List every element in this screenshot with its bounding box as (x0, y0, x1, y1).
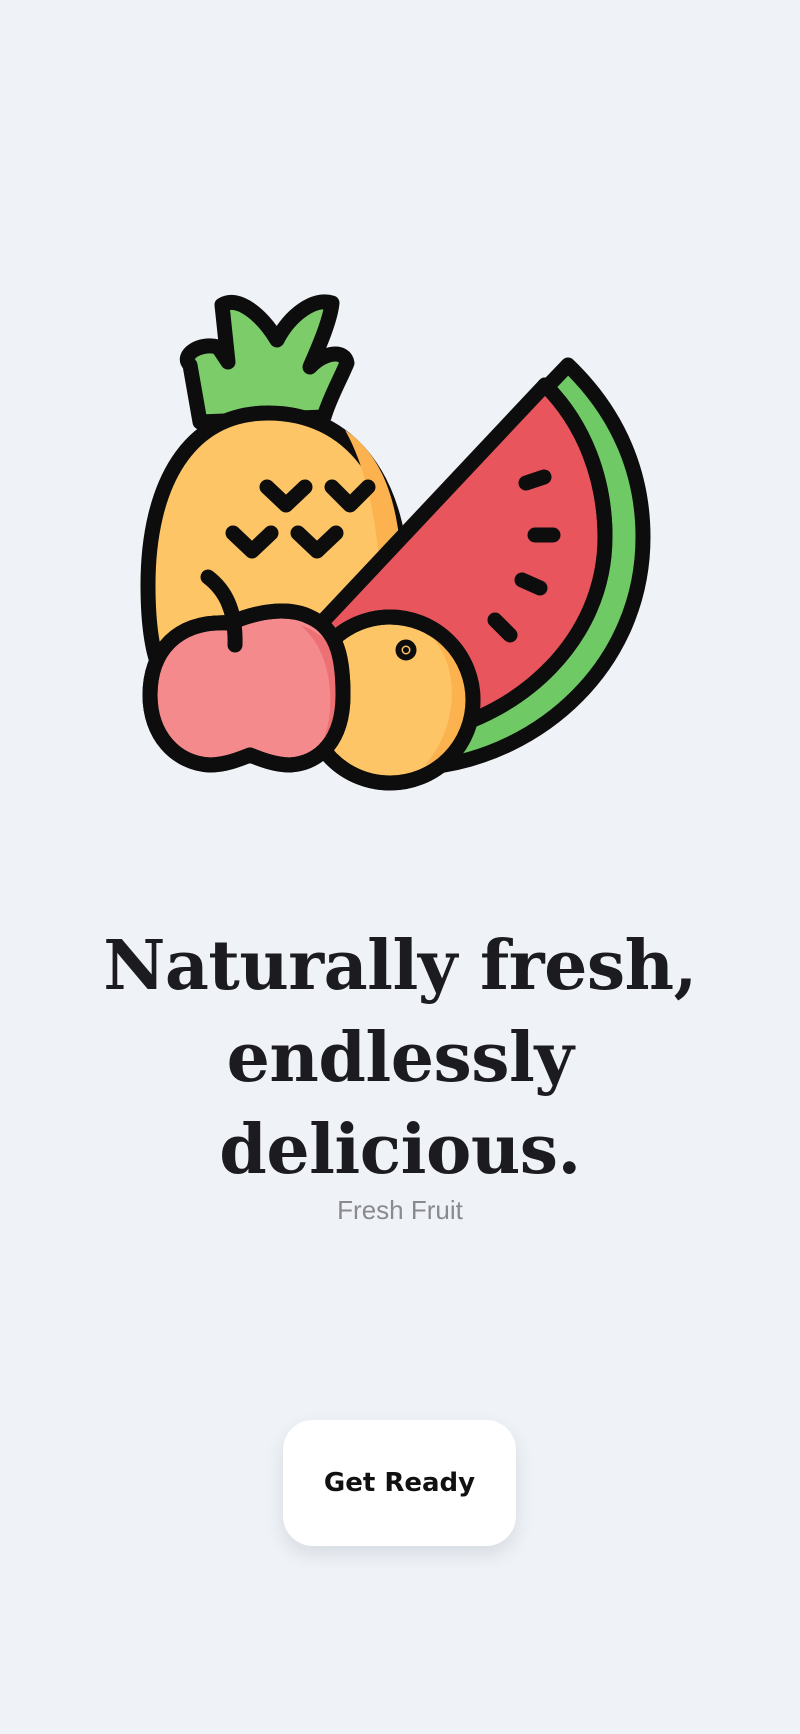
headline: Naturally fresh, endlessly delicious. (40, 920, 760, 1196)
onboarding-screen: Naturally fresh, endlessly delicious. Fr… (0, 0, 800, 1734)
headline-line-1: Naturally fresh, (103, 926, 697, 1006)
get-ready-button[interactable]: Get Ready (283, 1420, 516, 1546)
fruit-basket-icon (140, 285, 660, 805)
subtitle: Fresh Fruit (337, 1195, 463, 1225)
headline-line-2: endlessly delicious. (219, 1018, 581, 1190)
